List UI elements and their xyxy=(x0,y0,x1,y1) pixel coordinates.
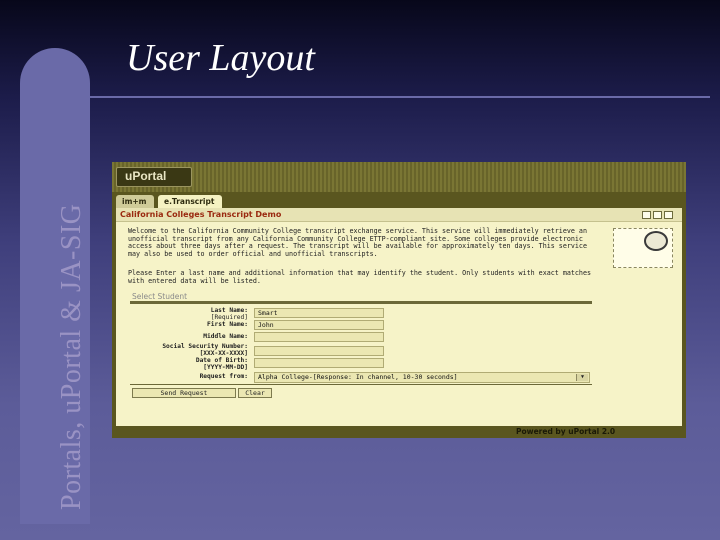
send-request-button[interactable]: Send Request xyxy=(132,388,236,398)
select-arrow-icon[interactable]: ▼ xyxy=(576,374,588,381)
last-name-input[interactable]: Smart xyxy=(254,308,384,318)
ssn-input[interactable] xyxy=(254,346,384,356)
footer-text: Powered by uPortal 2.0 xyxy=(516,427,616,436)
first-name-input[interactable]: John xyxy=(254,320,384,330)
section-divider xyxy=(130,301,592,304)
portal-footer: Powered by uPortal 2.0 xyxy=(112,426,686,438)
dob-label: Date of Birth: [YYYY-MM-DD] xyxy=(128,357,248,372)
edit-icon[interactable] xyxy=(642,211,651,219)
dob-format: [YYYY-MM-DD] xyxy=(203,363,248,371)
button-divider xyxy=(130,384,592,385)
tab-etranscript[interactable]: e.Transcript xyxy=(158,195,222,208)
ssn-label: Social Security Number: [XXX-XX-XXXX] xyxy=(128,343,248,358)
channel-title-bar: California Colleges Transcript Demo xyxy=(116,208,682,222)
portal-window: uPortal im+m e.Transcript California Col… xyxy=(112,162,686,438)
request-from-label: Request from: xyxy=(199,373,248,380)
transcript-channel: California Colleges Transcript Demo Welc… xyxy=(116,208,682,426)
channel-title: California Colleges Transcript Demo xyxy=(120,210,282,219)
middle-name-input[interactable] xyxy=(254,332,384,342)
logo-text: uPortal xyxy=(125,169,167,183)
tab-bar: im+m e.Transcript xyxy=(112,192,686,208)
request-from-select[interactable]: Alpha College-[Response: In channel, 10-… xyxy=(254,372,590,383)
side-title: Portals, uPortal & JA-SIG xyxy=(56,203,87,511)
minimize-icon[interactable] xyxy=(653,211,662,219)
slide-title: User Layout xyxy=(126,37,315,79)
last-name-label: Last Name: [Required] xyxy=(128,307,248,322)
close-icon[interactable] xyxy=(664,211,673,219)
clear-button[interactable]: Clear xyxy=(238,388,272,398)
first-name-label: First Name: xyxy=(207,321,248,328)
intro-text: Welcome to the California Community Coll… xyxy=(128,227,587,258)
title-rule xyxy=(90,96,710,98)
seal-icon xyxy=(613,228,673,268)
dob-input[interactable] xyxy=(254,358,384,368)
request-from-value: Alpha College-[Response: In channel, 10-… xyxy=(258,373,458,381)
seal-circle xyxy=(644,231,668,251)
uportal-logo[interactable]: uPortal xyxy=(116,167,192,187)
section-title: Select Student xyxy=(132,292,188,301)
instructions-text: Please Enter a last name and additional … xyxy=(128,269,592,285)
portal-header: uPortal xyxy=(112,162,686,192)
tab-im-m[interactable]: im+m xyxy=(116,195,154,208)
middle-name-label: Middle Name: xyxy=(203,333,248,340)
